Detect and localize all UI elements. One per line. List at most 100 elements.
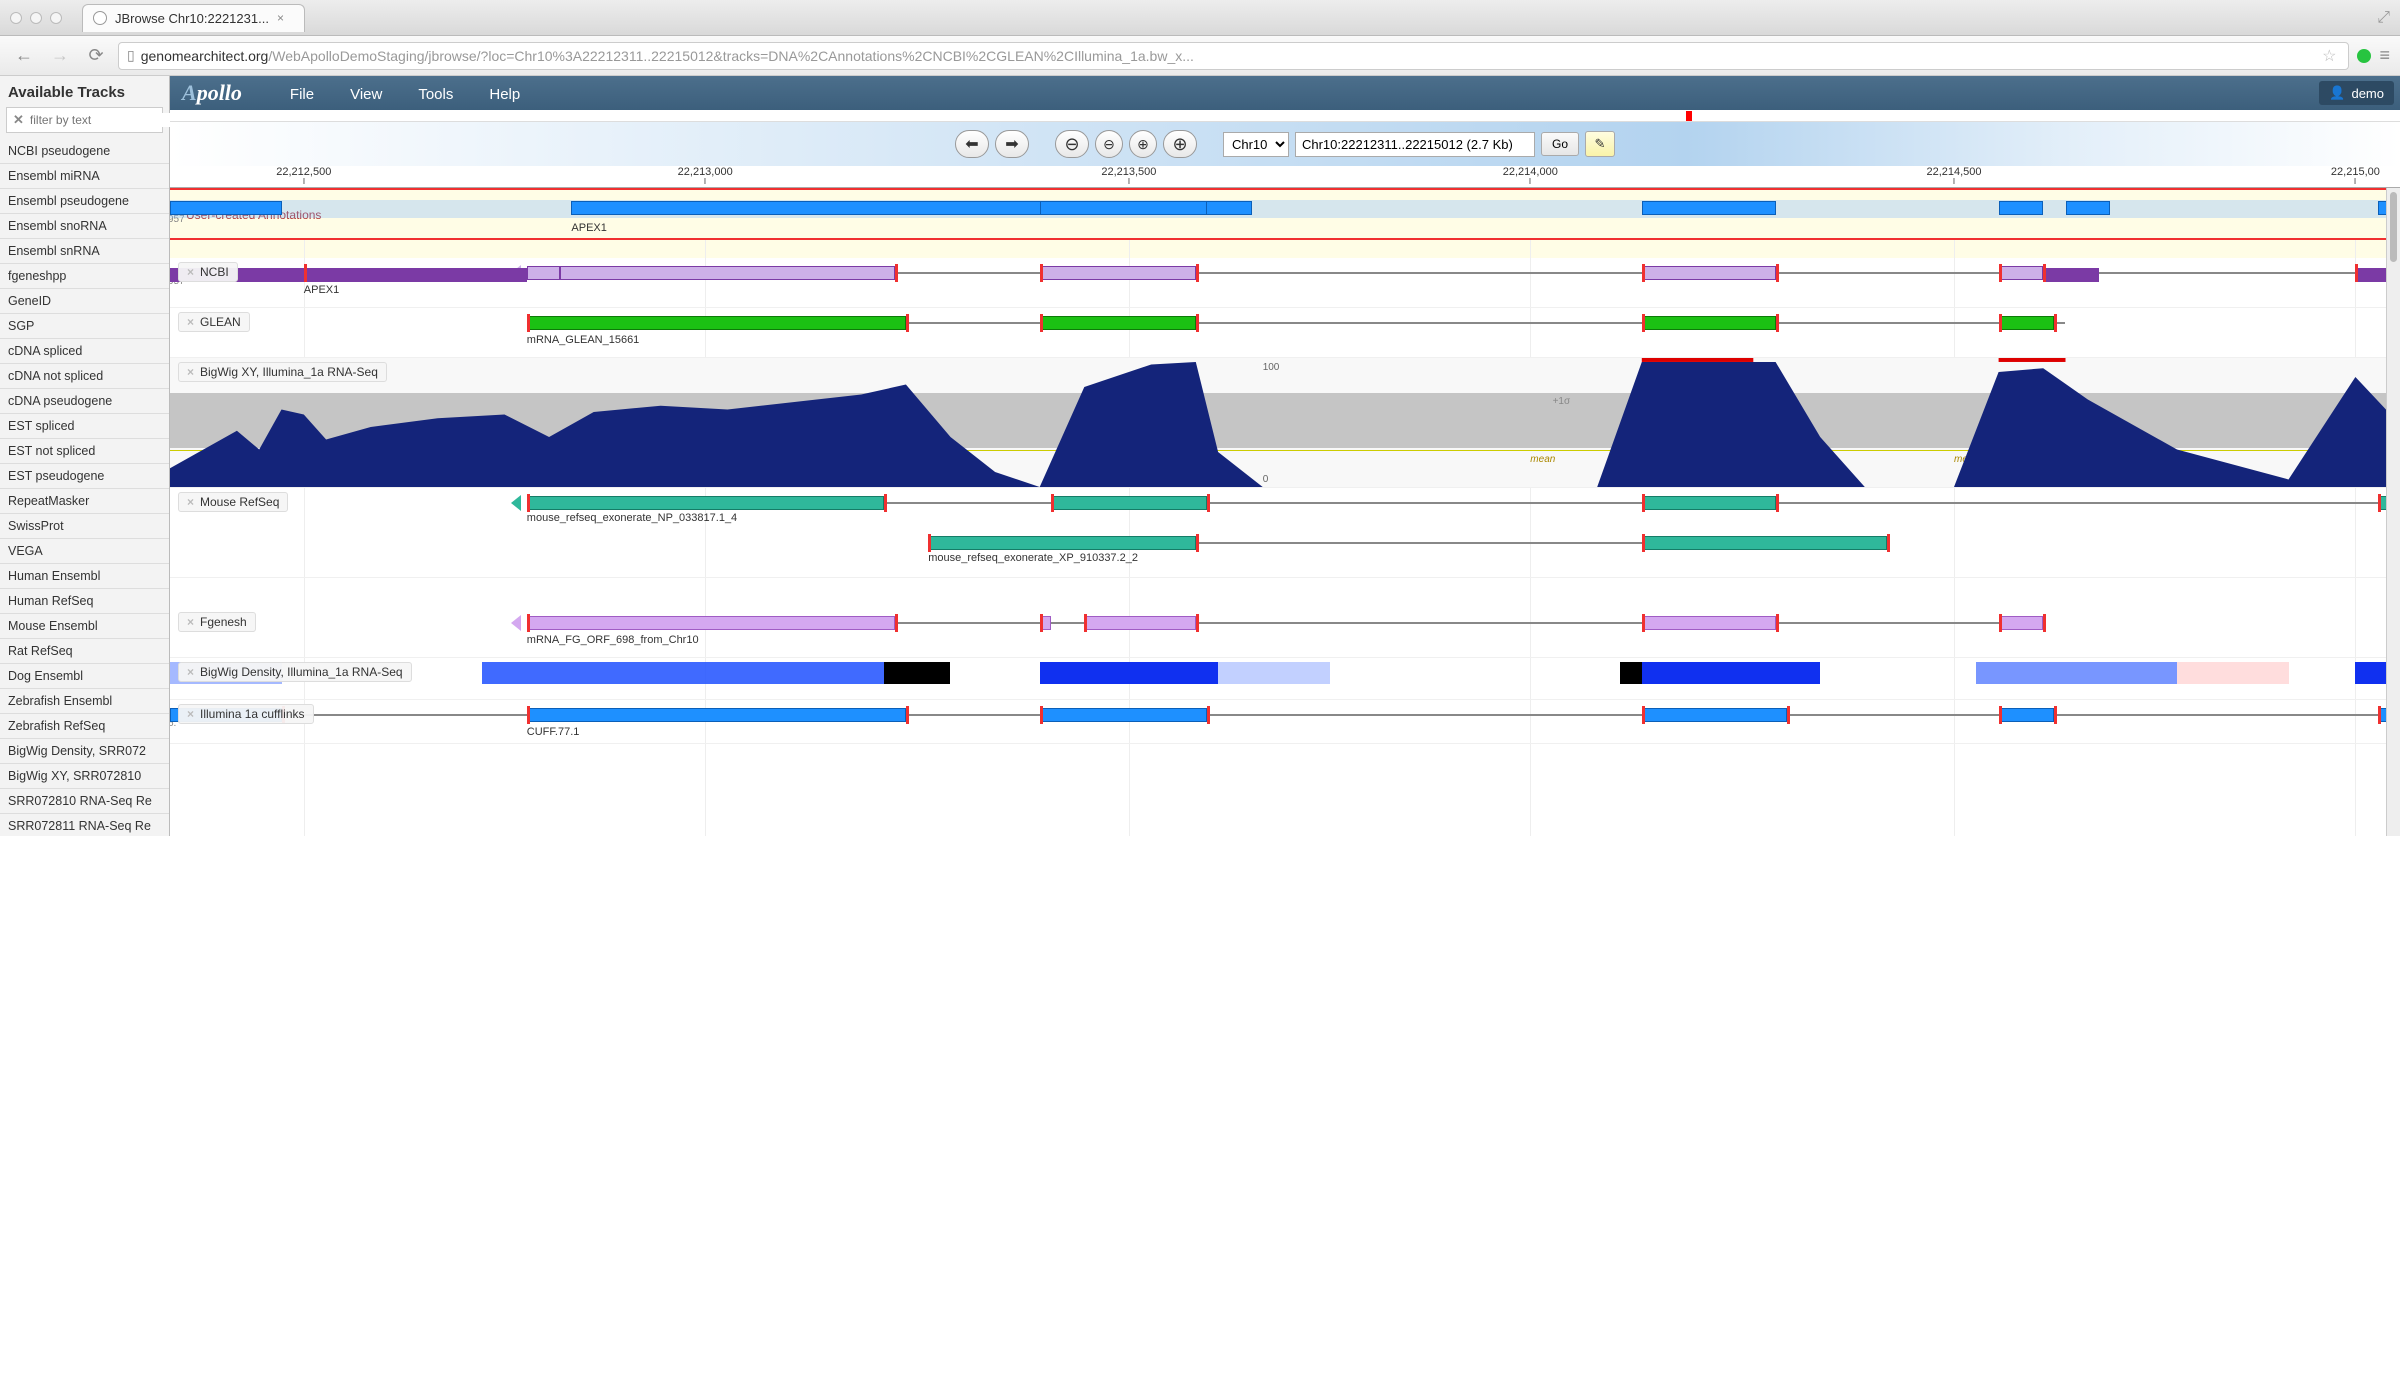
- exon[interactable]: [1999, 708, 2055, 722]
- exon[interactable]: [1040, 201, 1207, 215]
- exon[interactable]: [1642, 266, 1776, 280]
- sidebar-track-item[interactable]: Dog Ensembl: [0, 664, 169, 689]
- track-bigwig-density[interactable]: ×BigWig Density, Illumina_1a RNA-Seq: [170, 658, 2400, 700]
- pan-right-button[interactable]: ➡: [995, 130, 1029, 158]
- tab-close-icon[interactable]: ×: [277, 11, 284, 25]
- sidebar-track-item[interactable]: BigWig Density, SRR072: [0, 739, 169, 764]
- window-traffic-lights[interactable]: [10, 12, 62, 24]
- chrome-menu-icon[interactable]: ≡: [2379, 45, 2390, 66]
- exon[interactable]: [1051, 496, 1207, 510]
- sidebar-track-item[interactable]: Zebrafish Ensembl: [0, 689, 169, 714]
- sidebar-track-item[interactable]: Ensembl pseudogene: [0, 189, 169, 214]
- sidebar-track-item[interactable]: VEGA: [0, 539, 169, 564]
- scrollbar[interactable]: [2386, 188, 2400, 836]
- exon[interactable]: [1642, 616, 1776, 630]
- max-window-dot[interactable]: [50, 12, 62, 24]
- track-label[interactable]: ×Illumina 1a cufflinks: [178, 704, 314, 724]
- exon[interactable]: [2043, 268, 2099, 282]
- close-track-icon[interactable]: ×: [187, 315, 194, 329]
- track-fgenesh[interactable]: ×FgeneshmRNA_FG_ORF_698_from_Chr10: [170, 608, 2400, 658]
- exon[interactable]: [527, 496, 884, 510]
- exon[interactable]: [1642, 536, 1887, 550]
- exon[interactable]: [304, 268, 527, 282]
- sidebar-track-item[interactable]: Ensembl snoRNA: [0, 214, 169, 239]
- sidebar-track-item[interactable]: Mouse Ensembl: [0, 614, 169, 639]
- filter-input[interactable]: [30, 113, 185, 127]
- sidebar-track-item[interactable]: fgeneshpp: [0, 264, 169, 289]
- overview-marker[interactable]: [1686, 111, 1692, 121]
- menu-file[interactable]: File: [272, 86, 332, 103]
- user-badge[interactable]: 👤 demo: [2319, 81, 2394, 105]
- exon[interactable]: [928, 536, 1196, 550]
- overview-mini[interactable]: [170, 110, 2400, 122]
- go-button[interactable]: Go: [1541, 132, 1579, 156]
- clear-filter-icon[interactable]: ✕: [13, 112, 24, 128]
- menu-tools[interactable]: Tools: [400, 86, 471, 103]
- exon[interactable]: [170, 201, 282, 215]
- sidebar-track-item[interactable]: SRR072810 RNA-Seq Re: [0, 789, 169, 814]
- exon[interactable]: [527, 708, 906, 722]
- track-user-annotations[interactable]: 957User-created AnnotationsAPEX1: [170, 188, 2400, 240]
- track-bigwig-xy[interactable]: ×BigWig XY, Illumina_1a RNA-Seqmeanmeanm…: [170, 358, 2400, 488]
- ruler[interactable]: 22,212,50022,213,00022,213,50022,214,000…: [170, 166, 2400, 188]
- sidebar-track-item[interactable]: cDNA not spliced: [0, 364, 169, 389]
- sidebar-track-item[interactable]: SGP: [0, 314, 169, 339]
- scroll-thumb[interactable]: [2390, 192, 2397, 262]
- track-mouse-refseq[interactable]: ×Mouse RefSeqmouse_refseq_exonerate_NP_0…: [170, 488, 2400, 578]
- track-label[interactable]: ×Fgenesh: [178, 612, 256, 632]
- zoom-in-full-button[interactable]: ⊕: [1163, 130, 1197, 158]
- zoom-out-button[interactable]: ⊖: [1095, 130, 1123, 158]
- track-label[interactable]: ×BigWig Density, Illumina_1a RNA-Seq: [178, 662, 412, 682]
- browser-tab[interactable]: JBrowse Chr10:2221231... ×: [82, 4, 305, 32]
- menu-help[interactable]: Help: [471, 86, 538, 103]
- close-track-icon[interactable]: ×: [187, 707, 194, 721]
- exon[interactable]: [1040, 708, 1207, 722]
- sidebar-track-item[interactable]: Rat RefSeq: [0, 639, 169, 664]
- reload-button[interactable]: ⟳: [82, 42, 110, 70]
- sidebar-track-item[interactable]: RepeatMasker: [0, 489, 169, 514]
- exon[interactable]: [1999, 616, 2044, 630]
- exon[interactable]: [1642, 496, 1776, 510]
- zoom-in-button[interactable]: ⊕: [1129, 130, 1157, 158]
- exon[interactable]: [527, 616, 895, 630]
- sidebar-track-item[interactable]: Human Ensembl: [0, 564, 169, 589]
- track-area[interactable]: 957User-created AnnotationsAPEX1 ×NCBI957…: [170, 188, 2400, 836]
- sidebar-track-item[interactable]: cDNA spliced: [0, 339, 169, 364]
- exon[interactable]: [560, 266, 895, 280]
- close-track-icon[interactable]: ×: [187, 495, 194, 509]
- exon[interactable]: [1642, 708, 1787, 722]
- menu-view[interactable]: View: [332, 86, 400, 103]
- extension-icon[interactable]: [2357, 49, 2371, 63]
- close-track-icon[interactable]: ×: [187, 365, 194, 379]
- exon[interactable]: [527, 316, 906, 330]
- sidebar-track-item[interactable]: NCBI pseudogene: [0, 139, 169, 164]
- highlight-button[interactable]: ✎: [1585, 131, 1615, 157]
- close-track-icon[interactable]: ×: [187, 265, 194, 279]
- sidebar-track-item[interactable]: SwissProt: [0, 514, 169, 539]
- track-label[interactable]: ×GLEAN: [178, 312, 250, 332]
- close-track-icon[interactable]: ×: [187, 615, 194, 629]
- exon[interactable]: [1999, 316, 2055, 330]
- track-glean[interactable]: ×GLEANmRNA_GLEAN_15661: [170, 308, 2400, 358]
- filter-box[interactable]: ✕: [6, 107, 163, 133]
- exon[interactable]: [527, 266, 560, 280]
- exon[interactable]: [1999, 266, 2044, 280]
- sidebar-track-item[interactable]: Ensembl snRNA: [0, 239, 169, 264]
- pan-left-button[interactable]: ⬅: [955, 130, 989, 158]
- fullscreen-icon[interactable]: ⤢: [2377, 9, 2390, 27]
- zoom-out-full-button[interactable]: ⊖: [1055, 130, 1089, 158]
- close-track-icon[interactable]: ×: [187, 665, 194, 679]
- sidebar-track-item[interactable]: EST spliced: [0, 414, 169, 439]
- sidebar-track-item[interactable]: Zebrafish RefSeq: [0, 714, 169, 739]
- track-cufflinks[interactable]: ×Illumina 1a cufflinks6.CUFF.77.1: [170, 700, 2400, 744]
- track-ncbi[interactable]: ×NCBI957APEX1: [170, 258, 2400, 308]
- sidebar-track-item[interactable]: GeneID: [0, 289, 169, 314]
- sidebar-track-item[interactable]: EST pseudogene: [0, 464, 169, 489]
- close-window-dot[interactable]: [10, 12, 22, 24]
- sidebar-track-item[interactable]: cDNA pseudogene: [0, 389, 169, 414]
- exon[interactable]: [1040, 316, 1196, 330]
- exon[interactable]: [1999, 201, 2044, 215]
- url-bar[interactable]: ▯ genomearchitect.org/WebApolloDemoStagi…: [118, 42, 2349, 70]
- exon[interactable]: [1040, 266, 1196, 280]
- exon[interactable]: [1642, 201, 1776, 215]
